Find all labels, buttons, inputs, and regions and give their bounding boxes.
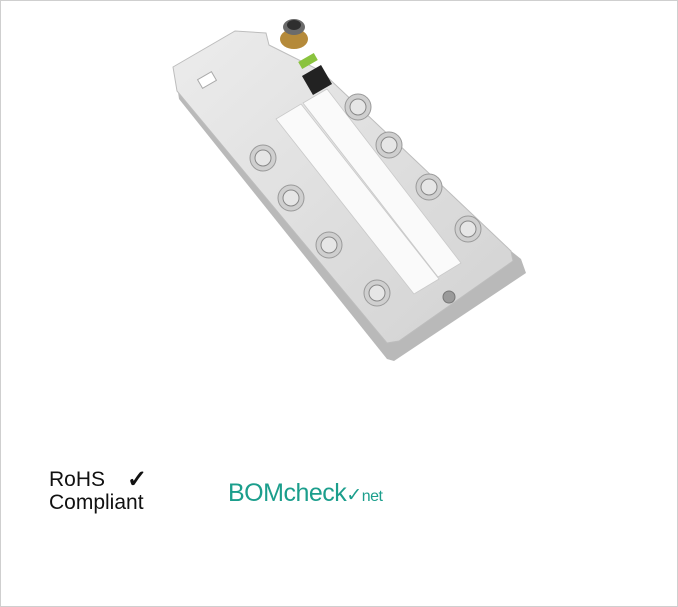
- bomcheck-part1: BOM: [228, 479, 284, 507]
- bomcheck-part2: check: [283, 479, 347, 507]
- bomcheck-logo: BOMcheck✓net: [228, 479, 383, 508]
- bomcheck-tick-icon: ✓: [346, 485, 362, 506]
- rohs-label: RoHS: [49, 468, 106, 491]
- page-frame: RoHS ✓ Compliant BOMcheck✓net: [0, 0, 678, 607]
- rohs-badge: RoHS ✓ Compliant: [49, 466, 189, 515]
- bomcheck-part3: net: [361, 488, 383, 505]
- check-icon: ✓: [127, 466, 148, 493]
- m12-connector: [280, 19, 308, 49]
- rohs-compliant-label: Compliant: [49, 491, 144, 514]
- io-module-image: [172, 19, 526, 361]
